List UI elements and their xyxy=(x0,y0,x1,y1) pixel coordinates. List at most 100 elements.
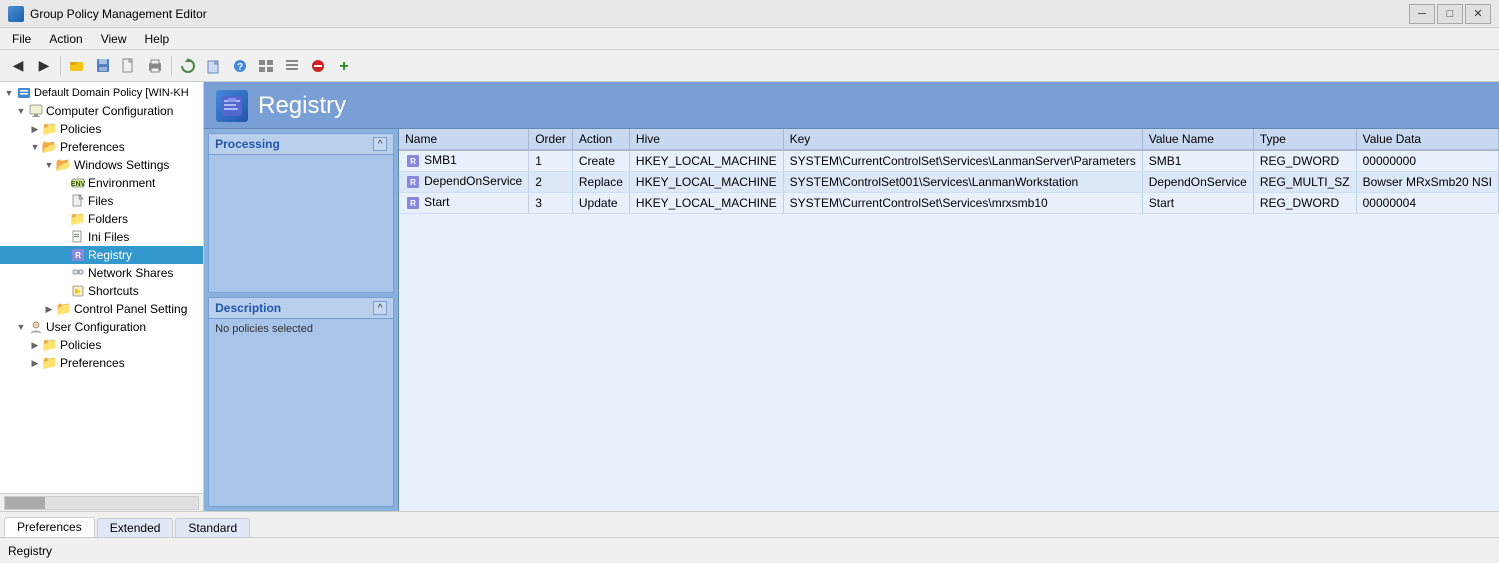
expand-icon-cp[interactable]: ▶ xyxy=(42,302,56,316)
expand-icon-ws[interactable]: ▼ xyxy=(42,158,56,172)
svg-text:R: R xyxy=(410,199,416,208)
menu-item-view[interactable]: View xyxy=(93,30,135,48)
tree-item-user-preferences[interactable]: ▶ 📁 Preferences xyxy=(0,354,203,372)
tree-item-registry[interactable]: R Registry xyxy=(0,246,203,264)
tree-item-network-shares[interactable]: Network Shares xyxy=(0,264,203,282)
cell-value-data: 00000004 xyxy=(1356,193,1498,214)
tree-label-upref: Preferences xyxy=(60,356,125,370)
cell-name: RDependOnService xyxy=(399,172,529,193)
block-button[interactable] xyxy=(306,54,330,78)
forward-button[interactable]: ▶ xyxy=(32,54,56,78)
tree-item-folders[interactable]: 📁 Folders xyxy=(0,210,203,228)
tab-standard[interactable]: Standard xyxy=(175,518,250,537)
col-order[interactable]: Order xyxy=(529,129,573,150)
processing-title: Processing xyxy=(215,137,280,151)
tree-item-control-panel[interactable]: ▶ 📁 Control Panel Setting xyxy=(0,300,203,318)
expand-icon-env xyxy=(56,176,70,190)
open-button[interactable] xyxy=(65,54,89,78)
env-icon: ENV xyxy=(70,175,86,191)
tree-item-shortcuts[interactable]: Shortcuts xyxy=(0,282,203,300)
table-row[interactable]: RDependOnService 2 Replace HKEY_LOCAL_MA… xyxy=(399,172,1498,193)
expand-icon-upref[interactable]: ▶ xyxy=(28,356,42,370)
menu-item-action[interactable]: Action xyxy=(41,30,90,48)
hscroll-track[interactable] xyxy=(4,496,199,510)
tree-item-root[interactable]: ▼ Default Domain Policy [WIN-KH xyxy=(0,84,203,102)
new-button[interactable] xyxy=(117,54,141,78)
cell-type: REG_DWORD xyxy=(1253,193,1356,214)
cell-hive: HKEY_LOCAL_MACHINE xyxy=(629,193,783,214)
computer-config-icon xyxy=(28,103,44,119)
tab-preferences[interactable]: Preferences xyxy=(4,517,95,537)
tree-item-environment[interactable]: ENV Environment xyxy=(0,174,203,192)
add-button[interactable]: + xyxy=(332,54,356,78)
folder-icon-upref: 📁 xyxy=(42,355,58,371)
app-icon xyxy=(8,6,24,22)
view-button[interactable] xyxy=(254,54,278,78)
cell-value-name: DependOnService xyxy=(1142,172,1253,193)
close-button[interactable]: ✕ xyxy=(1465,4,1491,24)
expand-icon-pref-cc[interactable]: ▼ xyxy=(28,140,42,154)
tree-item-files[interactable]: Files xyxy=(0,192,203,210)
maximize-button[interactable]: □ xyxy=(1437,4,1463,24)
table-row[interactable]: RSMB1 1 Create HKEY_LOCAL_MACHINE SYSTEM… xyxy=(399,150,1498,172)
tree-label-uc: User Configuration xyxy=(46,320,146,334)
menu-item-help[interactable]: Help xyxy=(137,30,178,48)
help-button[interactable]: ? xyxy=(228,54,252,78)
refresh-button[interactable] xyxy=(176,54,200,78)
expand-icon-cc[interactable]: ▼ xyxy=(14,104,28,118)
tree-item-user-policies[interactable]: ▶ 📁 Policies xyxy=(0,336,203,354)
policy-icon xyxy=(16,85,32,101)
toolbar-separator-1 xyxy=(60,56,61,76)
tab-extended[interactable]: Extended xyxy=(97,518,174,537)
col-value-name[interactable]: Value Name xyxy=(1142,129,1253,150)
col-type[interactable]: Type xyxy=(1253,129,1356,150)
cell-order: 2 xyxy=(529,172,573,193)
cell-value-data: 00000000 xyxy=(1356,150,1498,172)
description-text: No policies selected xyxy=(215,323,313,335)
export-button[interactable] xyxy=(202,54,226,78)
row-icon: R xyxy=(405,174,421,190)
cell-key: SYSTEM\ControlSet001\Services\LanmanWork… xyxy=(783,172,1142,193)
cell-key: SYSTEM\CurrentControlSet\Services\mrxsmb… xyxy=(783,193,1142,214)
col-action[interactable]: Action xyxy=(572,129,629,150)
expand-icon-uc[interactable]: ▼ xyxy=(14,320,28,334)
title-bar-text: Group Policy Management Editor xyxy=(30,7,207,21)
back-button[interactable]: ◀ xyxy=(6,54,30,78)
tree-item-computer-config[interactable]: ▼ Computer Configuration xyxy=(0,102,203,120)
shortcuts-icon xyxy=(70,283,86,299)
expand-icon-pol[interactable]: ▶ xyxy=(28,122,42,136)
toolbar-separator-2 xyxy=(171,56,172,76)
network-shares-icon xyxy=(70,265,86,281)
expand-icon-upol[interactable]: ▶ xyxy=(28,338,42,352)
cell-order: 1 xyxy=(529,150,573,172)
status-bar: Registry xyxy=(0,537,1499,563)
table-row[interactable]: RStart 3 Update HKEY_LOCAL_MACHINE SYSTE… xyxy=(399,193,1498,214)
col-value-data[interactable]: Value Data xyxy=(1356,129,1498,150)
tree-label-policies: Policies xyxy=(60,122,101,136)
tree-view[interactable]: ▼ Default Domain Policy [WIN-KH ▼ Comput… xyxy=(0,82,203,493)
tree-hscrollbar[interactable] xyxy=(0,493,203,511)
cell-name: RSMB1 xyxy=(399,150,529,172)
svg-text:+: + xyxy=(339,58,348,74)
details-button[interactable] xyxy=(280,54,304,78)
col-hive[interactable]: Hive xyxy=(629,129,783,150)
tree-label-cc: Computer Configuration xyxy=(46,104,173,118)
menu-item-file[interactable]: File xyxy=(4,30,39,48)
toolbar: ◀ ▶ ? + xyxy=(0,50,1499,82)
minimize-button[interactable]: ─ xyxy=(1409,4,1435,24)
tree-item-preferences-cc[interactable]: ▼ 📂 Preferences xyxy=(0,138,203,156)
col-name[interactable]: Name xyxy=(399,129,529,150)
expand-icon-root[interactable]: ▼ xyxy=(2,86,16,100)
hscroll-thumb[interactable] xyxy=(5,497,45,509)
print-button[interactable] xyxy=(143,54,167,78)
tree-item-windows-settings[interactable]: ▼ 📂 Windows Settings xyxy=(0,156,203,174)
save-button[interactable] xyxy=(91,54,115,78)
col-key[interactable]: Key xyxy=(783,129,1142,150)
description-title: Description xyxy=(215,301,281,315)
tree-item-user-config[interactable]: ▼ User Configuration xyxy=(0,318,203,336)
tree-item-policies[interactable]: ▶ 📁 Policies xyxy=(0,120,203,138)
description-collapse-btn[interactable]: ^ xyxy=(373,301,387,315)
tree-label-root: Default Domain Policy [WIN-KH xyxy=(34,87,189,99)
tree-item-ini-files[interactable]: Ini Files xyxy=(0,228,203,246)
processing-collapse-btn[interactable]: ^ xyxy=(373,137,387,151)
